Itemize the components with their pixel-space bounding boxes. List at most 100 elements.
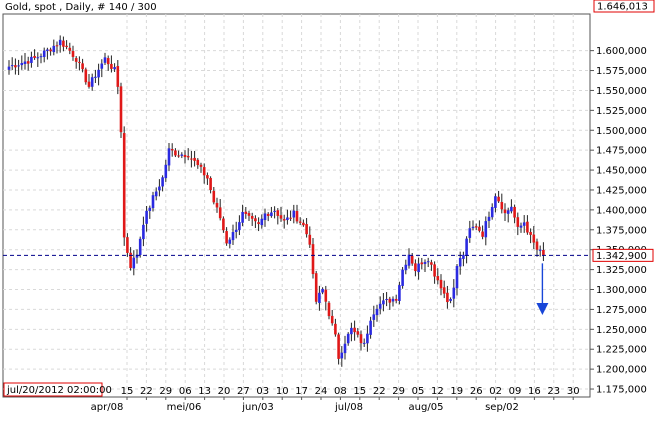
date-tick-label: 22 [140, 386, 153, 397]
candle-body [23, 61, 27, 65]
date-tick-label: 13 [198, 386, 211, 397]
candle-body [199, 164, 203, 167]
chart: 1.175,000 1.200,000 1.225,000 1.250,000 1.27… [0, 0, 656, 420]
date-tick-label: 10 [276, 386, 289, 397]
candle-body [516, 217, 520, 227]
candle-body [58, 39, 62, 46]
candle-body [436, 276, 440, 281]
candle-body [154, 191, 158, 197]
candle-body [340, 352, 344, 359]
candle-body [324, 289, 328, 302]
price-axis: 1.175,000 1.200,000 1.225,000 1.250,000 1.27… [590, 46, 647, 396]
candle-body [228, 239, 232, 244]
candle-body [212, 190, 216, 203]
candle-body [10, 65, 14, 67]
candle-body [36, 57, 40, 59]
candle-body [231, 232, 235, 241]
candle-body [7, 66, 11, 70]
date-tick-label: 17 [295, 386, 308, 397]
candle-body [26, 61, 30, 64]
candle-body [394, 298, 398, 301]
candle-body [426, 261, 430, 263]
candle-body [356, 331, 360, 335]
candle-body [84, 69, 88, 83]
candle-body [343, 343, 347, 354]
candle [314, 270, 318, 305]
month-label: aug/05 [409, 402, 444, 413]
price-tick-label: 1.300,000 [596, 285, 647, 296]
candle-body [106, 58, 110, 65]
date-tick-label: 23 [547, 386, 560, 397]
candle-body [314, 273, 318, 302]
price-tick-label: 1.200,000 [596, 365, 647, 376]
candle-body [362, 342, 366, 344]
candle-body [298, 221, 302, 223]
candle-body [330, 315, 334, 324]
candle-body [455, 265, 459, 289]
candle-body [513, 206, 516, 218]
candle-body [273, 210, 276, 212]
candle-body [538, 249, 542, 251]
candle [401, 267, 404, 289]
date-tick-label: 03 [256, 386, 269, 397]
candle-body [167, 148, 171, 166]
date-tick-label: 22 [373, 386, 386, 397]
candle [84, 67, 88, 85]
date-tick-label: 29 [392, 386, 405, 397]
date-tick-label: 06 [179, 386, 192, 397]
candle-body [519, 225, 523, 228]
candle-body [286, 217, 289, 221]
candle-body [263, 213, 267, 221]
candle [122, 126, 126, 246]
candle-body [196, 159, 200, 166]
candle-body [404, 264, 408, 271]
top-price-label: 1.646,013 [597, 2, 648, 13]
candle-body [257, 222, 260, 225]
candle-body [478, 226, 481, 231]
price-tick-label: 1.225,000 [596, 345, 647, 356]
candle-body [282, 219, 286, 221]
candle-body [378, 303, 382, 309]
date-tick-label: 26 [470, 386, 483, 397]
candle-body [279, 215, 283, 219]
candle-body [410, 255, 414, 264]
date-tick-label: 19 [450, 386, 463, 397]
candle-body [206, 175, 209, 179]
candle-body [497, 196, 500, 202]
candle-body [458, 257, 462, 267]
candle-body [119, 86, 123, 133]
candle-body [158, 186, 161, 191]
candle-body [225, 231, 228, 244]
candle-body [452, 287, 456, 299]
candle-body [161, 177, 164, 187]
candle-body [180, 154, 184, 156]
candle-body [382, 300, 385, 305]
candle-body [33, 55, 36, 58]
candle-body [202, 167, 206, 176]
date-tick-label: 29 [159, 386, 172, 397]
candle-body [174, 150, 177, 156]
candle-body [145, 210, 148, 224]
price-tick-label: 1.375,000 [596, 225, 647, 236]
date-tick-label: 02 [489, 386, 502, 397]
candle-body [302, 222, 305, 226]
candle-body [116, 66, 120, 87]
candle-body [97, 69, 100, 78]
candle-body [132, 257, 136, 269]
month-label: jun/03 [241, 402, 274, 413]
current-price-label: 1.342,900 [596, 251, 647, 262]
candle-body [337, 334, 340, 359]
candle-body [385, 298, 388, 300]
candle-body [468, 228, 472, 238]
candle-body [334, 323, 337, 335]
candle-body [65, 45, 68, 48]
time-cursor-label: jul/20/2012 02:00:00 [6, 385, 112, 396]
candle-body [215, 202, 219, 208]
candle-body [90, 77, 94, 87]
price-tick-label: 1.250,000 [596, 325, 647, 336]
candle-body [62, 40, 65, 47]
date-tick-label: 12 [431, 386, 444, 397]
candle-body [471, 226, 475, 229]
candle-body [78, 61, 81, 63]
candle-body [103, 57, 107, 63]
